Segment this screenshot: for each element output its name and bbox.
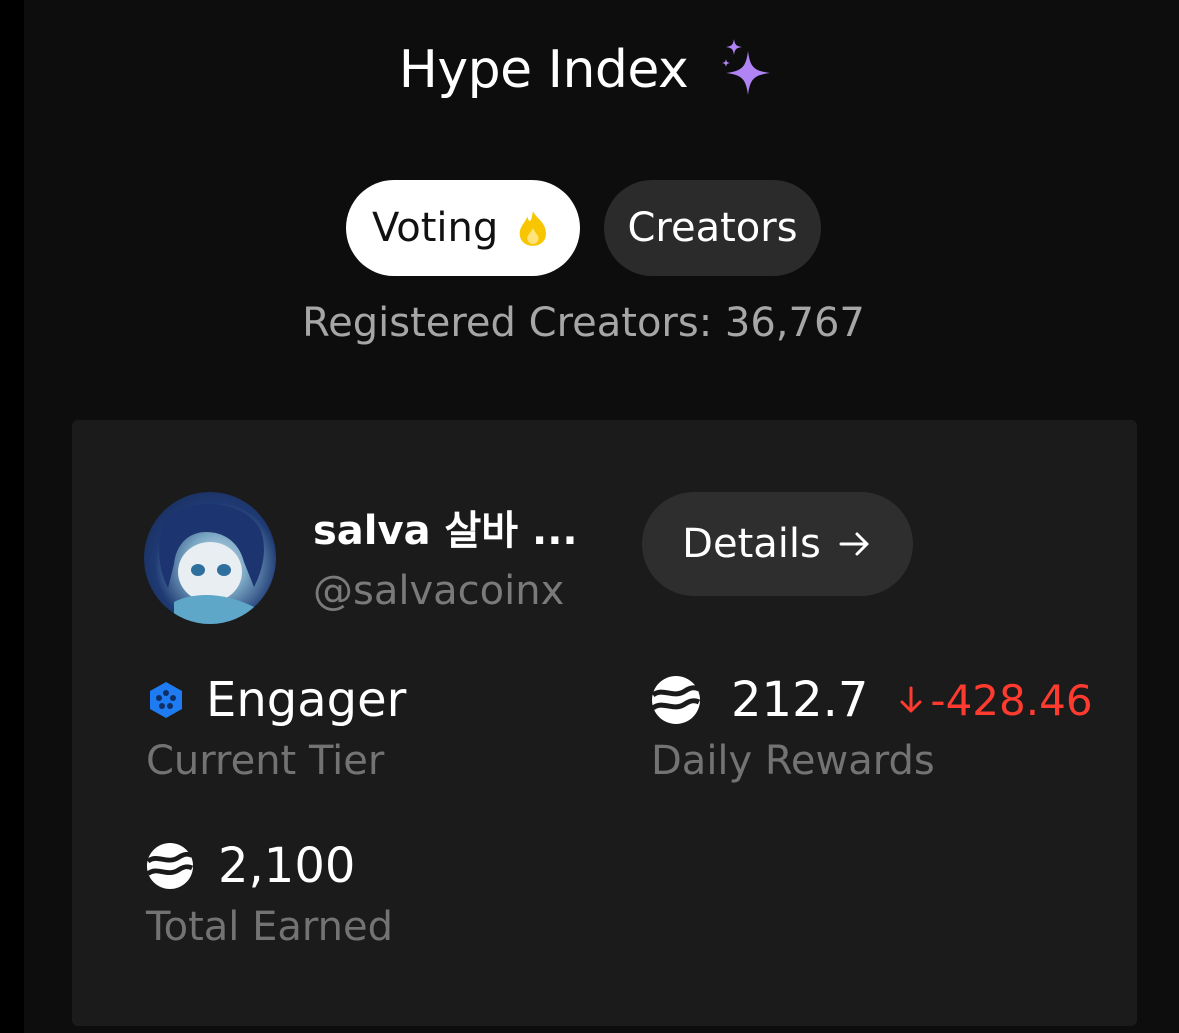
tab-creators[interactable]: Creators: [604, 180, 821, 276]
total-earned-stat: 2,100 Total Earned: [146, 838, 393, 950]
sparkles-icon: [722, 39, 771, 95]
coin-icon: [651, 676, 701, 724]
avatar-image: [159, 503, 264, 624]
tab-voting-label: Voting: [372, 205, 499, 251]
arrow-right-icon: [839, 532, 869, 556]
page-title: Hype Index: [398, 40, 689, 100]
tier-value: Engager: [206, 672, 407, 728]
creator-name: salva 살바 ...: [313, 508, 578, 554]
creator-card: salva 살바 ... @salvacoinx Details Engager: [72, 420, 1137, 1026]
daily-rewards-label: Daily Rewards: [651, 738, 935, 784]
daily-rewards-stat: 212.7 -428.46 Daily Rewards: [651, 672, 1093, 784]
registered-count: Registered Creators: 36,767: [302, 300, 865, 346]
hexagon-badge-icon: [150, 682, 182, 718]
tier-stat: Engager Current Tier: [146, 672, 406, 784]
daily-rewards-change-value: -428.46: [930, 675, 1093, 725]
daily-rewards-change: -428.46: [898, 675, 1093, 725]
coin-icon: [146, 842, 194, 890]
daily-rewards-value: 212.7: [731, 672, 869, 728]
tier-label: Current Tier: [146, 738, 385, 784]
tab-creators-label: Creators: [627, 205, 798, 251]
arrow-down-icon: [900, 686, 922, 713]
details-button[interactable]: Details: [642, 492, 913, 596]
tab-voting[interactable]: Voting: [346, 180, 580, 276]
details-button-label: Details: [682, 521, 821, 567]
total-earned-label: Total Earned: [146, 904, 394, 950]
creator-handle: @salvacoinx: [313, 568, 565, 614]
avatar: [144, 492, 276, 624]
flame-icon: [520, 211, 547, 246]
tab-bar: Voting Creators: [0, 180, 1179, 276]
header: Hype Index: [0, 28, 1179, 112]
left-edge: [0, 0, 24, 1033]
app-frame: Hype Index Voting Creators Registered Cr…: [0, 0, 1179, 1033]
total-earned-value: 2,100: [218, 838, 356, 894]
